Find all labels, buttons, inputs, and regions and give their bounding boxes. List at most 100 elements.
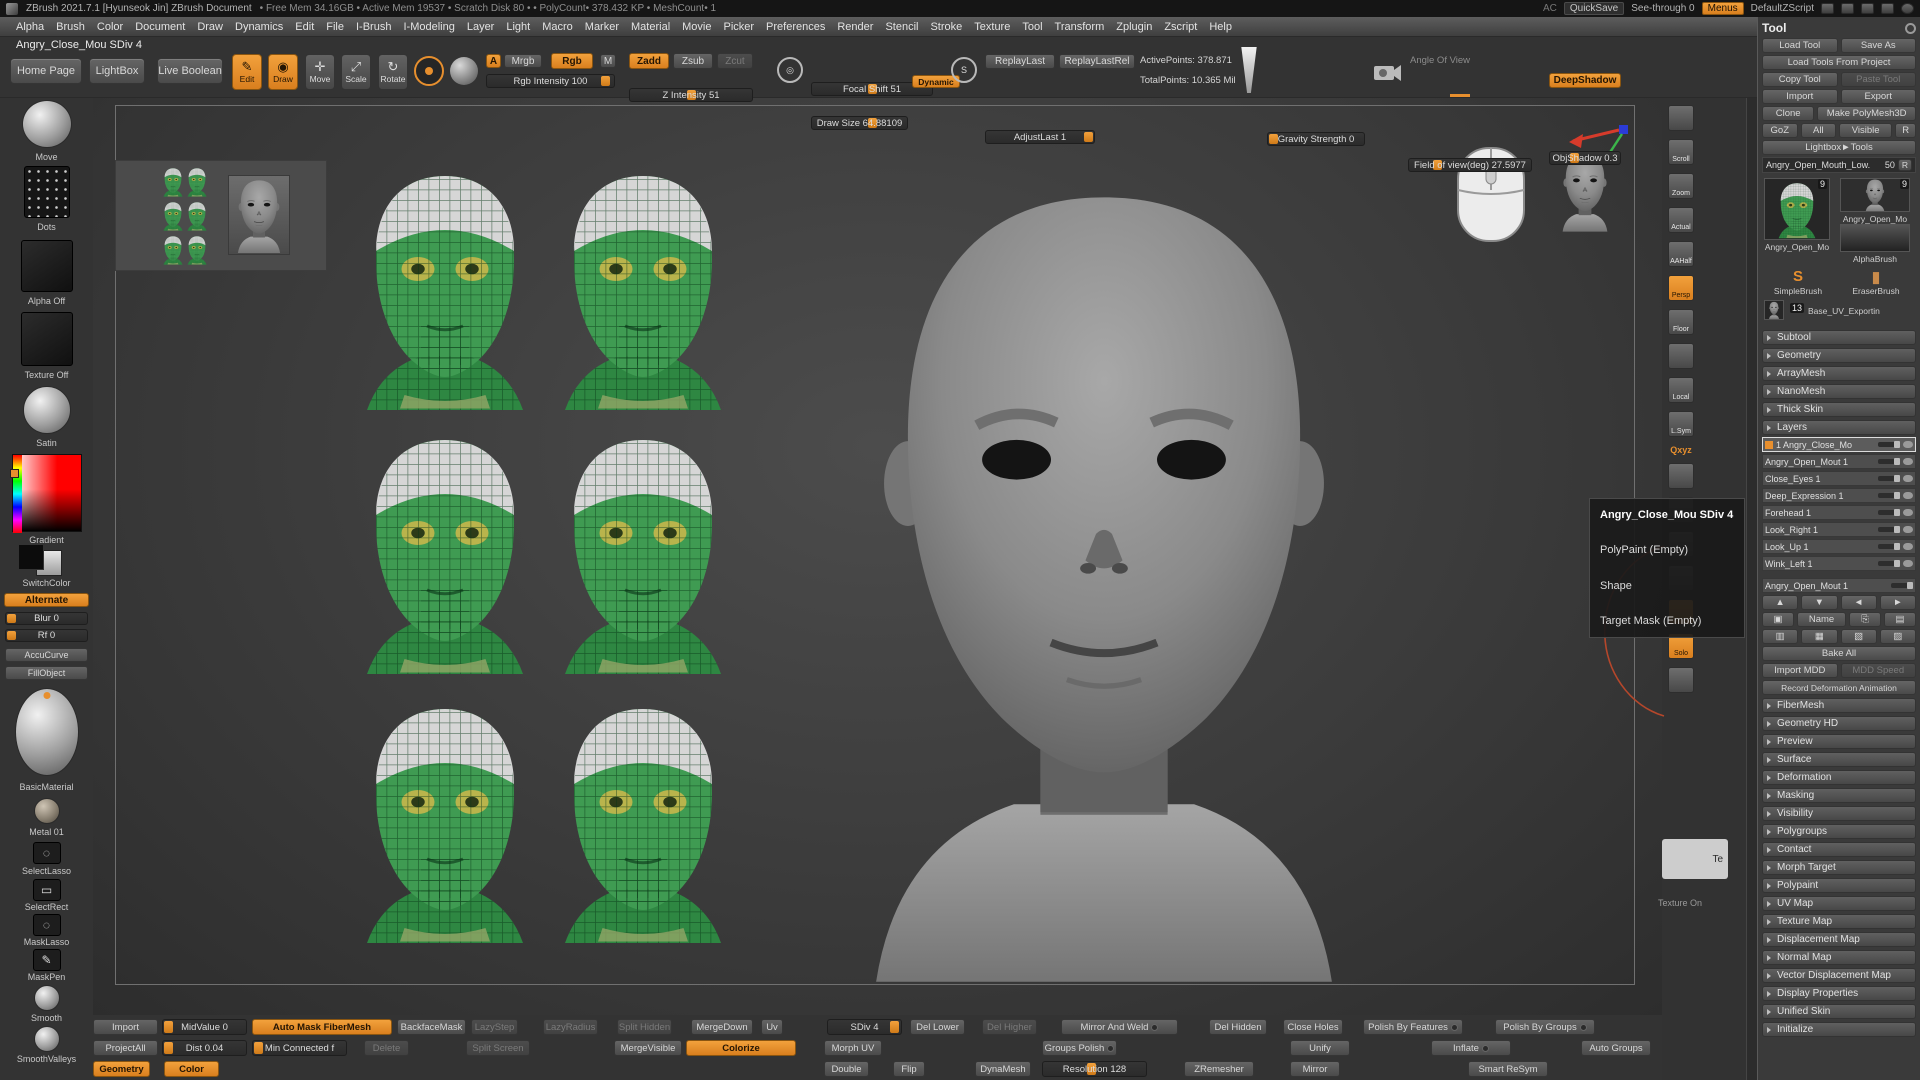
menu-item[interactable]: File — [320, 21, 350, 33]
stroke-preview-sphere[interactable] — [22, 100, 72, 148]
alpha-brush-thumb[interactable] — [1840, 224, 1910, 252]
zcut-button[interactable]: Zcut — [717, 53, 753, 69]
tiny-head-thumb[interactable] — [162, 234, 184, 265]
layer-eye-icon[interactable] — [1903, 509, 1913, 516]
menu-item[interactable]: Stroke — [924, 21, 968, 33]
rgb-intensity-slider[interactable]: Rgb Intensity 100 — [486, 74, 615, 88]
dist-slider[interactable]: Dist 0.04 — [162, 1040, 247, 1056]
menu-item[interactable]: Texture — [968, 21, 1016, 33]
section-subtool[interactable]: Subtool — [1762, 330, 1916, 345]
tiny-head-thumb[interactable] — [162, 200, 184, 231]
selectlasso-icon[interactable]: ◌ — [33, 842, 61, 864]
layer-delete-icon[interactable]: ▤ — [1884, 612, 1916, 627]
menu-item[interactable]: Draw — [191, 21, 229, 33]
section-contact[interactable]: Contact — [1762, 842, 1916, 857]
lazystep-button[interactable]: LazyStep — [471, 1019, 518, 1035]
min-connected-slider[interactable]: Min Connected f — [252, 1040, 347, 1056]
gravity-cone-widget[interactable] — [1237, 47, 1261, 93]
xpose-icon[interactable] — [1668, 667, 1694, 693]
menu-item[interactable]: Movie — [676, 21, 717, 33]
tiny-head-thumb[interactable] — [186, 166, 208, 197]
alpha-badge[interactable]: A — [486, 54, 501, 68]
objshadow-slider[interactable]: ObjShadow 0.3 — [1549, 151, 1621, 165]
maskpen-icon[interactable]: ✎ — [33, 949, 61, 971]
menu-item[interactable]: Help — [1203, 21, 1238, 33]
record-deformation-button[interactable]: Record Deformation Animation — [1762, 680, 1916, 695]
auto-groups-button[interactable]: Auto Groups — [1581, 1040, 1651, 1056]
mrgb-button[interactable]: Mrgb — [504, 54, 542, 68]
section-thickskin[interactable]: Thick Skin — [1762, 402, 1916, 417]
section-deformation[interactable]: Deformation — [1762, 770, 1916, 785]
bake-all-button[interactable]: Bake All — [1762, 646, 1916, 661]
mirror-button[interactable]: Mirror — [1290, 1061, 1340, 1077]
menu-item[interactable]: Render — [831, 21, 879, 33]
simple-brush-cell[interactable]: SSimpleBrush — [1762, 268, 1834, 296]
section-arraymesh[interactable]: ArrayMesh — [1762, 366, 1916, 381]
alpha-swatch[interactable] — [21, 240, 73, 292]
smooth-brush-sphere[interactable] — [34, 985, 60, 1011]
live-boolean-button[interactable]: Live Boolean — [157, 58, 223, 84]
layout-icon[interactable] — [1821, 3, 1834, 14]
menus-button[interactable]: Menus — [1702, 2, 1744, 15]
color-tab-button[interactable]: Color — [164, 1061, 219, 1077]
make-polymesh3d-button[interactable]: Make PolyMesh3D — [1817, 106, 1916, 121]
section-texture-map[interactable]: Texture Map — [1762, 914, 1916, 929]
section-masking[interactable]: Masking — [1762, 788, 1916, 803]
layer-name-button[interactable]: Name — [1797, 612, 1846, 627]
mergevisible-button[interactable]: MergeVisible — [614, 1040, 682, 1056]
section-initialize[interactable]: Initialize — [1762, 1022, 1916, 1037]
goz-r-button[interactable]: R — [1895, 123, 1916, 138]
panel-divider[interactable]: ◄ — [1746, 17, 1757, 1080]
import-button[interactable]: Import — [93, 1019, 158, 1035]
mergedown-button[interactable]: MergeDown — [691, 1019, 753, 1035]
metal-material-sphere[interactable] — [34, 798, 60, 824]
layer-intensity-slider[interactable] — [1878, 459, 1900, 464]
layer-row[interactable]: Deep_Expression 1 — [1762, 488, 1916, 503]
import-mdd-button[interactable]: Import MDD — [1762, 663, 1838, 678]
unify-button[interactable]: Unify — [1290, 1040, 1350, 1056]
menu-item[interactable]: Zscript — [1158, 21, 1203, 33]
menu-item[interactable]: Edit — [289, 21, 320, 33]
menu-item[interactable]: Color — [91, 21, 129, 33]
replay-last-button[interactable]: ReplayLast — [985, 54, 1055, 69]
focal-shift-icon[interactable]: ◎ — [777, 57, 803, 83]
alternate-button[interactable]: Alternate — [4, 593, 89, 607]
layer-prev-button[interactable]: ◄ — [1841, 595, 1877, 610]
layer-intensity-slider[interactable] — [1878, 493, 1900, 498]
menu-item[interactable]: I-Modeling — [397, 21, 460, 33]
menu-item[interactable]: Marker — [579, 21, 625, 33]
double-button[interactable]: Double — [824, 1061, 869, 1077]
clone-button[interactable]: Clone — [1762, 106, 1814, 121]
export-button[interactable]: Export — [1841, 89, 1917, 104]
dynamesh-button[interactable]: DynaMesh — [975, 1061, 1031, 1077]
layer-split-icon[interactable]: ▥ — [1762, 629, 1798, 644]
menu-item[interactable]: Alpha — [10, 21, 50, 33]
move-button[interactable]: ✛Move — [305, 54, 335, 90]
lsym-button[interactable]: L.Sym — [1668, 411, 1694, 437]
section-uv-map[interactable]: UV Map — [1762, 896, 1916, 911]
color-picker[interactable] — [12, 454, 82, 532]
xyz-constraint-button[interactable]: Qxyz — [1670, 445, 1692, 455]
geometry-tab-button[interactable]: Geometry — [93, 1061, 150, 1077]
inflate-toggle[interactable] — [1482, 1045, 1489, 1052]
layer-row[interactable]: Forehead 1 — [1762, 505, 1916, 520]
lazyradius-button[interactable]: LazyRadius — [543, 1019, 598, 1035]
menu-item[interactable]: Light — [500, 21, 536, 33]
stroke-picker[interactable] — [450, 57, 478, 85]
stroke-replay-icon[interactable]: S — [951, 57, 977, 83]
polish-groups-toggle[interactable] — [1580, 1024, 1587, 1031]
section-surface[interactable]: Surface — [1762, 752, 1916, 767]
floor-button[interactable]: Floor — [1668, 309, 1694, 335]
polish-by-groups-button[interactable]: Polish By Groups — [1495, 1019, 1595, 1035]
goz-all-button[interactable]: All — [1801, 123, 1837, 138]
layer-row[interactable]: Wink_Left 1 — [1762, 556, 1916, 571]
camera-icon[interactable] — [1372, 59, 1402, 85]
section-displacement-map[interactable]: Displacement Map — [1762, 932, 1916, 947]
layer-intensity-slider[interactable] — [1878, 544, 1900, 549]
default-zscript-button[interactable]: DefaultZScript — [1751, 3, 1814, 14]
midvalue-slider[interactable]: MidValue 0 — [162, 1019, 247, 1035]
section-polygroups[interactable]: Polygroups — [1762, 824, 1916, 839]
load-tool-button[interactable]: Load Tool — [1762, 38, 1838, 53]
layer-new-icon[interactable]: ▣ — [1762, 612, 1794, 627]
sculpt-head-model[interactable] — [839, 156, 1369, 986]
